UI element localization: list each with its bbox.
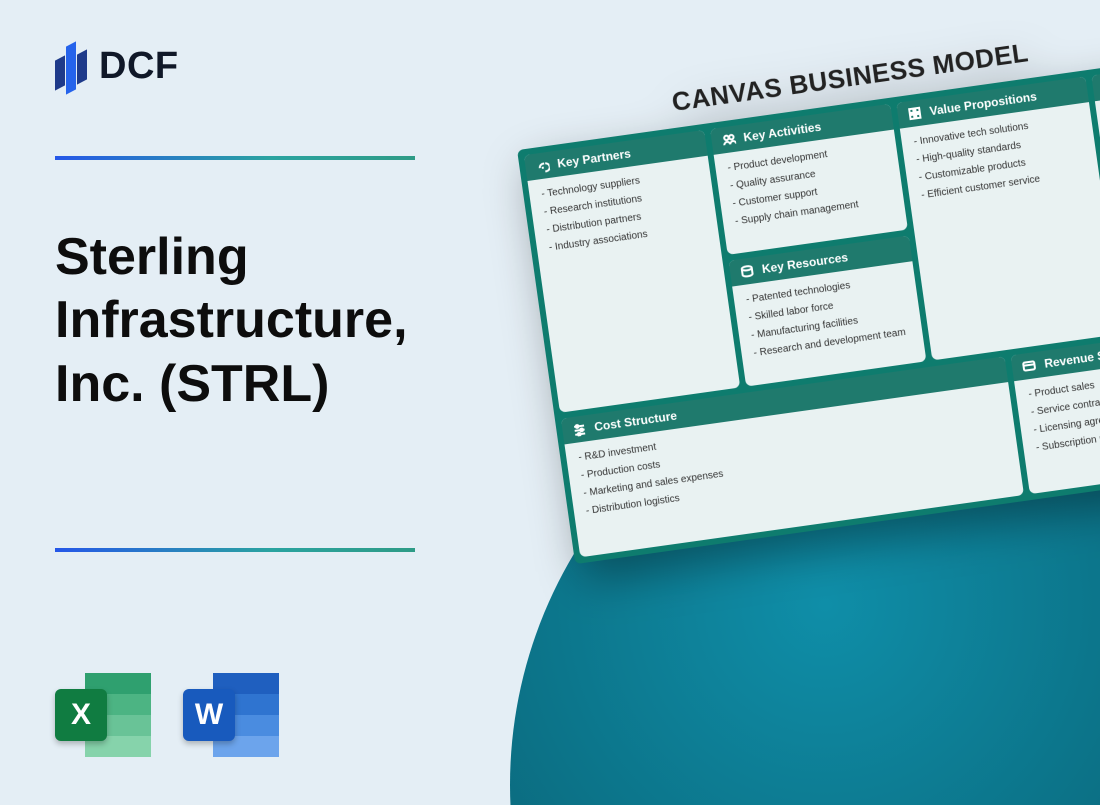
sliders-icon	[572, 421, 588, 437]
card-icon	[1022, 358, 1038, 374]
block-value-propositions: Value Propositions Innovative tech solut…	[896, 76, 1100, 360]
block-key-activities: Key Activities Product development Quali…	[710, 104, 908, 255]
brand-logo: DCF	[55, 38, 179, 94]
word-badge: W	[183, 689, 235, 741]
divider-top	[55, 156, 415, 160]
file-format-icons: X W	[55, 667, 279, 763]
word-icon: W	[183, 667, 279, 763]
logo-text: DCF	[99, 45, 179, 88]
database-icon	[739, 263, 755, 279]
canvas-board: Key Partners Technology suppliers Resear…	[517, 56, 1100, 565]
page-title: Sterling Infrastructure, Inc. (STRL)	[55, 226, 475, 416]
promo-card: DCF Sterling Infrastructure, Inc. (STRL)…	[0, 0, 1100, 805]
block-label: Revenue S	[1043, 348, 1100, 370]
users-icon	[721, 132, 737, 148]
link-icon	[535, 158, 551, 174]
block-key-partners: Key Partners Technology suppliers Resear…	[524, 130, 740, 413]
canvas-preview: CANVAS BUSINESS MODEL Key Partners Techn…	[511, 15, 1100, 564]
logo-mark-icon	[55, 38, 89, 94]
block-revenue-streams-partial: Revenue S Product sales Service contract…	[1011, 326, 1100, 494]
divider-bottom	[55, 548, 415, 552]
excel-icon: X	[55, 667, 151, 763]
excel-badge: X	[55, 689, 107, 741]
grid-icon	[907, 106, 923, 122]
block-key-resources: Key Resources Patented technologies Skil…	[729, 235, 927, 386]
